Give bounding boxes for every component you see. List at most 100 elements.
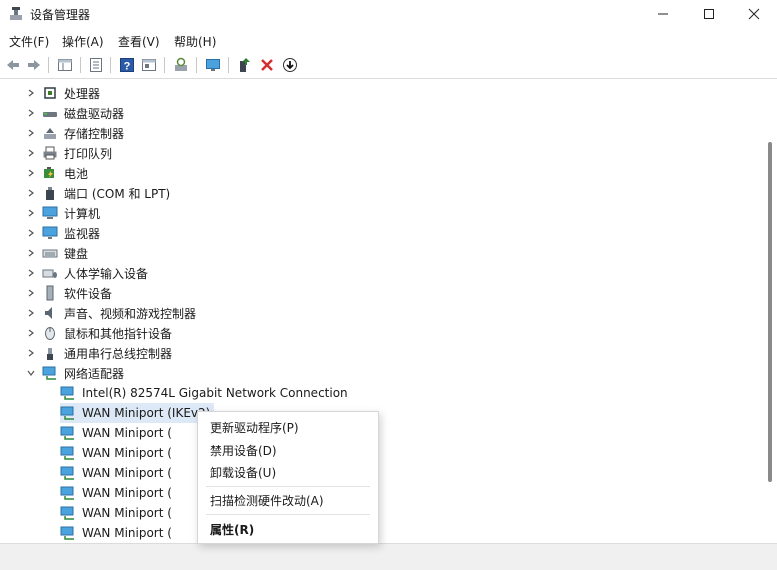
help-icon: ? [120,58,134,73]
chevron-right-icon[interactable] [26,188,36,198]
chevron-right-icon[interactable] [26,208,36,218]
network-adapter-icon [60,445,76,461]
menu-help[interactable]: 帮助(H) [174,33,216,50]
tree-category-label: 键盘 [64,246,89,261]
close-button[interactable] [731,0,777,28]
chevron-right-icon[interactable] [26,308,36,318]
battery-icon [42,165,58,181]
tree-category[interactable]: 打印队列 [26,143,112,163]
scan-hardware-button[interactable] [172,56,190,74]
chevron-right-icon[interactable] [26,108,36,118]
uninstall-device-menu-item[interactable]: 卸载设备(U) [210,464,276,481]
network-adapter-icon [60,525,76,541]
toolbar-separator [196,57,197,73]
tree-category[interactable]: 鼠标和其他指针设备 [26,323,172,343]
tree-category[interactable]: 端口 (COM 和 LPT) [26,183,170,203]
network-adapter-label: Intel(R) 82574L Gigabit Network Connecti… [82,386,348,400]
update-driver-button[interactable] [235,56,253,74]
monitor-button[interactable] [204,56,222,74]
svg-text:?: ? [124,61,131,73]
chevron-right-icon[interactable] [26,88,36,98]
tree-category[interactable]: 通用串行总线控制器 [26,343,172,363]
chevron-right-icon[interactable] [26,128,36,138]
tree-category-label: 通用串行总线控制器 [64,346,173,361]
network-adapter-icon [60,505,76,521]
update-driver-menu-item[interactable]: 更新驱动程序(P) [210,419,299,436]
network-adapter-item[interactable]: WAN Miniport ( [60,463,176,483]
scan-hardware-menu-item[interactable]: 扫描检测硬件改动(A) [210,492,324,509]
monitor-icon [206,59,220,71]
network-adapter-item[interactable]: WAN Miniport ( [60,523,176,543]
chevron-down-icon[interactable] [26,368,36,378]
network-adapter-item[interactable]: WAN Miniport ( [60,483,176,503]
console-tree-button[interactable] [140,56,158,74]
tree-category[interactable]: 处理器 [26,83,100,103]
network-adapter-label: WAN Miniport ( [82,506,172,520]
tree-category[interactable]: 电池 [26,163,88,183]
update-driver-icon [240,58,250,72]
tree-category[interactable]: 磁盘驱动器 [26,103,124,123]
chevron-right-icon[interactable] [26,288,36,298]
minimize-icon [658,13,668,15]
status-bar [0,543,777,570]
chevron-right-icon[interactable] [26,328,36,338]
menu-view[interactable]: 查看(V) [118,33,160,50]
tree-category-label: 鼠标和其他指针设备 [64,326,173,341]
port-icon [42,185,58,201]
tree-category-label: 处理器 [64,86,101,101]
list-view-button[interactable] [87,56,105,74]
back-button[interactable] [4,56,22,74]
network-adapter-item[interactable]: WAN Miniport ( [60,423,176,443]
maximize-button[interactable] [686,0,732,28]
tree-category[interactable]: 键盘 [26,243,88,263]
chevron-right-icon[interactable] [26,148,36,158]
tree-category-label: 人体学输入设备 [64,266,149,281]
menu-separator [206,514,370,515]
tree-category[interactable]: 声音、视频和游戏控制器 [26,303,196,323]
speaker-icon [42,305,58,321]
tree-category[interactable]: 软件设备 [26,283,112,303]
software-device-icon [42,285,58,301]
uninstall-button[interactable] [258,56,276,74]
toolbar-separator [80,57,81,73]
network-adapter-label: WAN Miniport ( [82,446,172,460]
window-title: 设备管理器 [30,8,91,22]
monitor-icon [42,225,58,241]
minimize-button[interactable] [640,0,686,28]
menu-file[interactable]: 文件(F) [9,33,49,50]
keyboard-icon [42,245,58,261]
chevron-right-icon[interactable] [26,248,36,258]
scrollbar-thumb[interactable] [768,142,772,482]
properties-menu-item[interactable]: 属性(R) [210,521,254,538]
disable-device-menu-item[interactable]: 禁用设备(D) [210,442,277,459]
show-hide-console-button[interactable] [56,56,74,74]
network-adapter-item[interactable]: WAN Miniport (IKEv2) [60,403,215,423]
network-adapter-item[interactable]: Intel(R) 82574L Gigabit Network Connecti… [60,383,352,403]
network-adapter-item[interactable]: WAN Miniport ( [60,443,176,463]
tree-category[interactable]: 监视器 [26,223,100,243]
scan-hardware-icon [175,57,187,71]
chevron-right-icon[interactable] [26,168,36,178]
network-adapter-icon [60,425,76,441]
download-arrow-icon [283,58,297,72]
tree-category[interactable]: 存储控制器 [26,123,124,143]
forward-button[interactable] [25,56,43,74]
forward-arrow-icon [28,60,40,70]
enable-device-button[interactable] [281,56,299,74]
chevron-right-icon[interactable] [26,348,36,358]
chevron-right-icon[interactable] [26,228,36,238]
tree-category[interactable]: 计算机 [26,203,100,223]
tree-category[interactable]: 人体学输入设备 [26,263,148,283]
usb-icon [42,345,58,361]
tree-category-label: 声音、视频和游戏控制器 [64,306,197,321]
help-button[interactable]: ? [118,56,136,74]
network-adapter-label: WAN Miniport ( [82,486,172,500]
disk-drive-icon [42,105,58,121]
network-adapter-label: WAN Miniport ( [82,526,172,540]
chevron-right-icon[interactable] [26,268,36,278]
network-adapter-item[interactable]: WAN Miniport ( [60,503,176,523]
menu-action[interactable]: 操作(A) [62,33,104,50]
toolbar-separator [164,57,165,73]
vertical-scrollbar[interactable] [765,82,777,543]
tree-category[interactable]: 网络适配器 [26,363,124,383]
